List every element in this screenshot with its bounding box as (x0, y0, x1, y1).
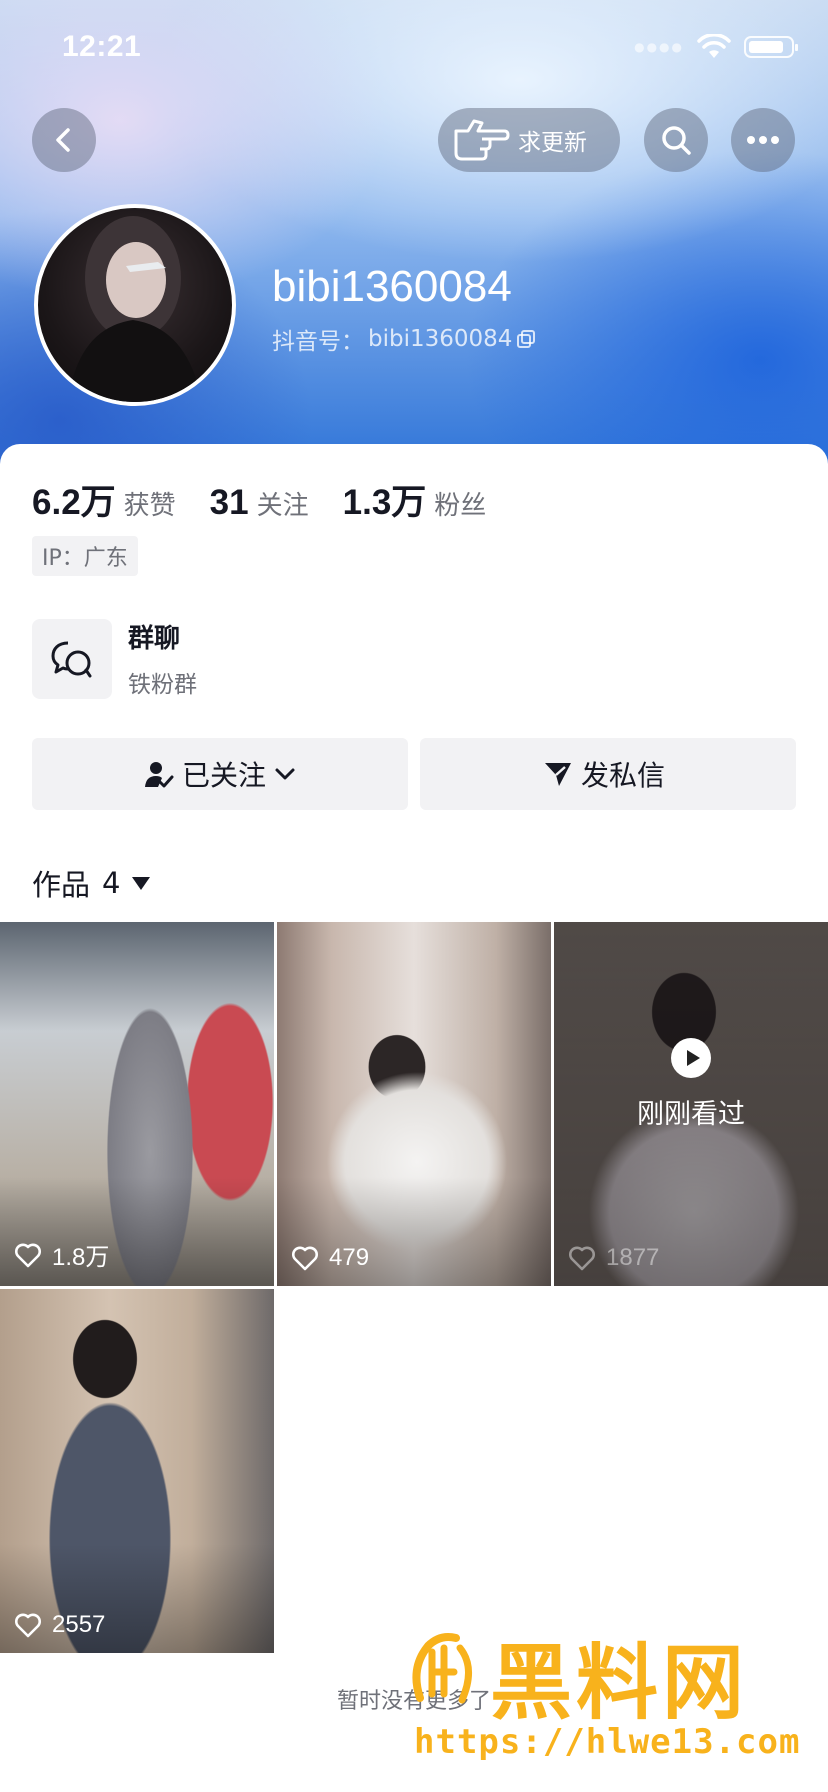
group-chat-icon (32, 618, 112, 699)
watermark-url: https://hlwe13.com (414, 1722, 801, 1762)
paper-plane-icon (544, 763, 571, 786)
works-tab[interactable]: 作品 4 (32, 862, 151, 904)
recently-watched-overlay: 刚刚看过 (554, 1038, 828, 1131)
video-likes: 1877 (568, 1244, 659, 1272)
more-dots-icon (747, 136, 779, 144)
stat-likes-label: 获赞 (123, 491, 176, 521)
back-button[interactable] (32, 108, 96, 172)
heart-icon (569, 1246, 595, 1271)
group-chat-entry[interactable]: 群聊 铁粉群 (32, 618, 197, 699)
copy-icon[interactable] (516, 329, 536, 349)
chevron-left-icon (56, 128, 70, 152)
video-thumbnail[interactable]: 刚刚看过 1877 (554, 922, 828, 1286)
watermark-title: 黑料网 (490, 1636, 749, 1731)
caret-down-icon (132, 876, 151, 890)
works-count: 4 (102, 866, 121, 900)
video-likes: 2557 (14, 1611, 105, 1639)
video-likes-count: 1.8万 (52, 1244, 110, 1271)
stat-following[interactable]: 31 关注 (210, 483, 309, 523)
watermark: 黑料网 https://hlwe13.com (410, 1622, 810, 1772)
group-chat-title: 群聊 (128, 624, 181, 654)
video-thumbnail[interactable]: 479 (277, 922, 551, 1286)
battery-icon (744, 36, 798, 58)
status-icons: ●●●● (634, 34, 798, 60)
stat-followers-number: 1.3万 (342, 483, 427, 522)
video-thumbnail[interactable]: 2557 (0, 1289, 274, 1653)
send-message-button[interactable]: 发私信 (420, 738, 796, 810)
request-update-button[interactable]: 求更新 (438, 108, 620, 172)
stat-likes[interactable]: 6.2万 获赞 (32, 474, 176, 525)
stat-following-label: 关注 (256, 491, 309, 521)
stat-likes-number: 6.2万 (32, 483, 116, 522)
send-message-label: 发私信 (580, 759, 665, 792)
avatar[interactable] (34, 204, 236, 406)
video-thumbnail[interactable]: 1.8万 (0, 922, 274, 1286)
pointing-hand-icon (454, 119, 510, 161)
video-likes-count: 1877 (606, 1244, 660, 1271)
avatar-portrait (68, 216, 202, 402)
username: bibi1360084 (272, 262, 512, 311)
following-label: 已关注 (181, 759, 266, 792)
stat-followers-label: 粉丝 (434, 491, 487, 521)
heart-icon (15, 1613, 41, 1638)
ip-location-tag: IP：广东 (32, 536, 138, 576)
chevron-down-icon (275, 768, 295, 780)
group-chat-subtitle: 铁粉群 (128, 672, 197, 698)
video-likes-count: 2557 (52, 1611, 106, 1638)
wifi-icon (697, 34, 731, 58)
heart-icon (292, 1246, 318, 1271)
douyin-id-label: 抖音号： (272, 329, 364, 355)
search-icon (662, 126, 691, 155)
douyin-id-row[interactable]: 抖音号： bibi1360084 (272, 322, 536, 356)
signal-icon: ●●●● (634, 40, 684, 54)
stat-following-number: 31 (209, 483, 249, 522)
douyin-id-value: bibi1360084 (368, 326, 513, 352)
heart-icon (15, 1243, 41, 1267)
profile-header-background: 12:21 ●●●● 求更新 bibi1360084 抖音号： bibi1360… (0, 0, 828, 470)
watermark-logo-icon (412, 1633, 472, 1704)
request-update-label: 求更新 (518, 130, 587, 156)
following-button[interactable]: 已关注 (32, 738, 408, 810)
video-likes: 479 (291, 1244, 369, 1272)
search-button[interactable] (644, 108, 708, 172)
video-likes: 1.8万 (14, 1237, 109, 1272)
recently-watched-label: 刚刚看过 (637, 1099, 745, 1130)
video-likes-count: 479 (329, 1244, 370, 1271)
works-label: 作品 (32, 868, 91, 902)
status-time: 12:21 (62, 30, 142, 63)
play-icon (671, 1038, 711, 1078)
more-button[interactable] (731, 108, 795, 172)
user-check-icon (144, 762, 174, 788)
stats-row: 6.2万 获赞 31 关注 1.3万 粉丝 (32, 474, 520, 525)
stat-followers[interactable]: 1.3万 粉丝 (343, 474, 487, 525)
